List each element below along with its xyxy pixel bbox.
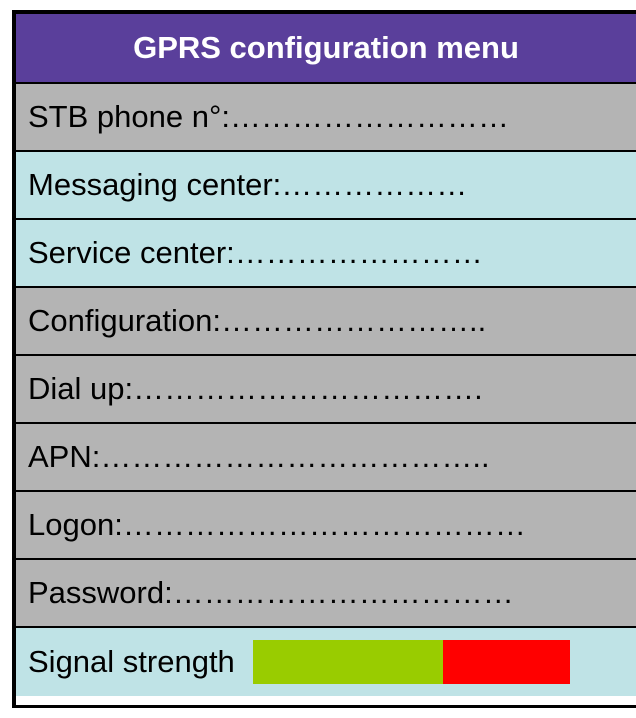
menu-item-label: APN:……………………………….. bbox=[28, 439, 490, 474]
menu-item-stb-phone[interactable]: STB phone n°:……………………… bbox=[16, 84, 636, 152]
menu-item-label: Configuration:…………………….. bbox=[28, 303, 487, 338]
menu-item-label: Logon:………………………………… bbox=[28, 507, 526, 542]
menu-item-apn[interactable]: APN:……………………………….. bbox=[16, 424, 636, 492]
signal-strength-label: Signal strength bbox=[28, 644, 235, 679]
menu-item-label: Service center:…………………… bbox=[28, 235, 483, 270]
menu-item-label: Dial up:……………………………. bbox=[28, 371, 483, 406]
menu-item-signal-strength: Signal strength bbox=[16, 628, 636, 696]
menu-item-label: STB phone n°:……………………… bbox=[28, 99, 509, 134]
menu-title: GPRS configuration menu bbox=[16, 14, 636, 84]
menu-item-label: Messaging center:……………… bbox=[28, 167, 468, 202]
signal-strength-remainder bbox=[442, 640, 570, 684]
menu-item-label: Password:…………………………… bbox=[28, 575, 514, 610]
menu-item-password[interactable]: Password:…………………………… bbox=[16, 560, 636, 628]
menu-item-service-center[interactable]: Service center:…………………… bbox=[16, 220, 636, 288]
menu-item-configuration[interactable]: Configuration:…………………….. bbox=[16, 288, 636, 356]
menu-item-logon[interactable]: Logon:………………………………… bbox=[16, 492, 636, 560]
menu-item-messaging-center[interactable]: Messaging center:……………… bbox=[16, 152, 636, 220]
signal-strength-level bbox=[252, 640, 443, 684]
gprs-config-menu: GPRS configuration menu STB phone n°:………… bbox=[12, 10, 636, 708]
signal-strength-meter bbox=[252, 640, 570, 684]
menu-item-dial-up[interactable]: Dial up:……………………………. bbox=[16, 356, 636, 424]
